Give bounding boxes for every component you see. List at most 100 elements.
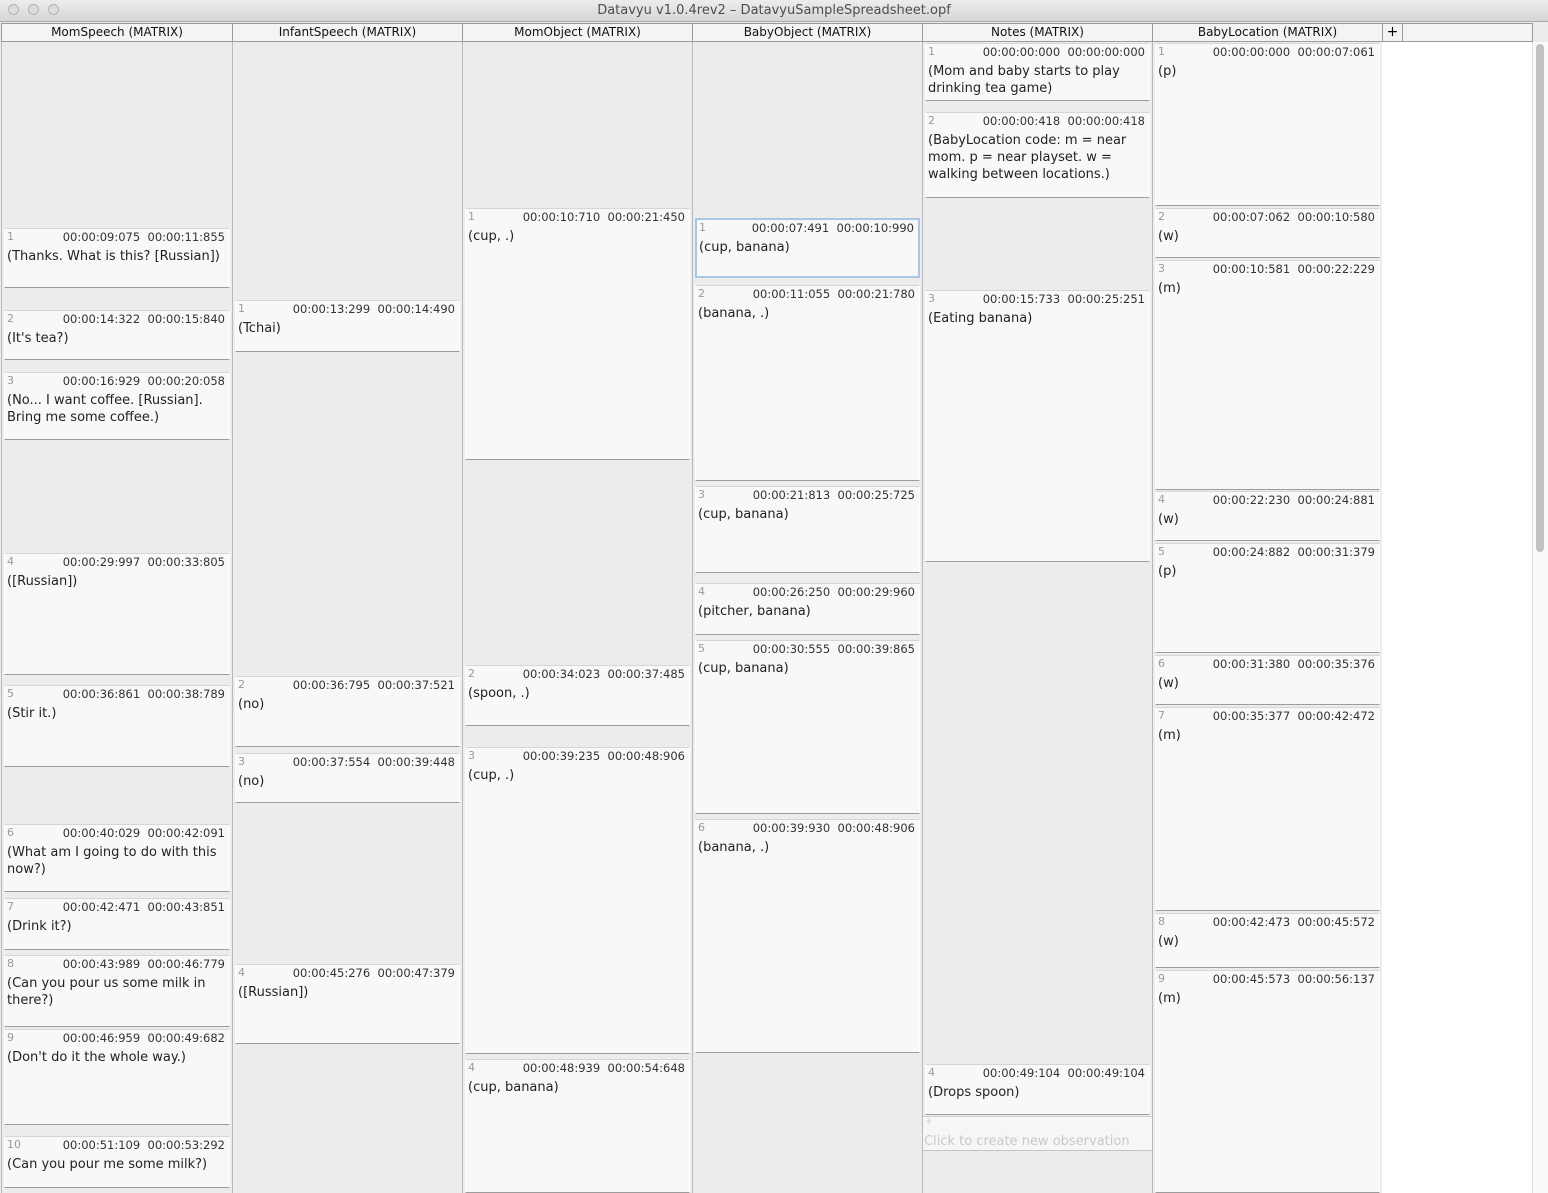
- cell-value[interactable]: (banana, .): [698, 839, 913, 856]
- cell-times[interactable]: 00:00:00:000 00:00:00:000: [983, 45, 1145, 59]
- cell-offset[interactable]: 00:00:53:292: [148, 1138, 225, 1152]
- cell-onset[interactable]: 00:00:51:109: [63, 1138, 140, 1152]
- cell-value[interactable]: (pitcher, banana): [698, 603, 913, 620]
- column-header-notes[interactable]: Notes (MATRIX): [922, 23, 1152, 42]
- cell-onset[interactable]: 00:00:36:795: [293, 678, 370, 692]
- cell-babyobject-1[interactable]: 1 00:00:07:491 00:00:10:990 (cup, banana): [695, 218, 920, 278]
- cell-onset[interactable]: 00:00:13:299: [293, 302, 370, 316]
- cell-times[interactable]: 00:00:39:235 00:00:48:906: [523, 749, 685, 763]
- cell-momspeech-8[interactable]: 8 00:00:43:989 00:00:46:779 (Can you pour …: [4, 955, 230, 1027]
- cell-times[interactable]: 00:00:14:322 00:00:15:840: [63, 312, 225, 326]
- cell-times[interactable]: 00:00:07:491 00:00:10:990: [752, 221, 914, 235]
- cell-onset[interactable]: 00:00:49:104: [983, 1066, 1060, 1080]
- cell-momobject-1[interactable]: 1 00:00:10:710 00:00:21:450 (cup, .): [465, 208, 690, 460]
- cell-value[interactable]: (w): [1158, 228, 1373, 245]
- cell-value[interactable]: (p): [1158, 563, 1373, 580]
- cell-babylocation-8[interactable]: 8 00:00:42:473 00:00:45:572 (w): [1155, 913, 1380, 968]
- cell-offset[interactable]: 00:00:20:058: [148, 374, 225, 388]
- cell-times[interactable]: 00:00:48:939 00:00:54:648: [523, 1061, 685, 1075]
- cell-momspeech-9[interactable]: 9 00:00:46:959 00:00:49:682 (Don't do it t…: [4, 1029, 230, 1125]
- cell-value[interactable]: (Drink it?): [7, 918, 223, 935]
- cell-offset[interactable]: 00:00:49:104: [1068, 1066, 1145, 1080]
- cell-momobject-3[interactable]: 3 00:00:39:235 00:00:48:906 (cup, .): [465, 747, 690, 1054]
- new-observation-label[interactable]: Click to create new observation: [924, 1134, 1130, 1149]
- cell-value[interactable]: (no): [238, 773, 453, 790]
- cell-value[interactable]: (Mom and baby starts to play drinking te…: [928, 63, 1143, 97]
- cell-times[interactable]: 00:00:24:882 00:00:31:379: [1213, 545, 1375, 559]
- cell-value[interactable]: (no): [238, 696, 453, 713]
- cell-times[interactable]: 00:00:11:055 00:00:21:780: [753, 287, 915, 301]
- cell-onset[interactable]: 00:00:14:322: [63, 312, 140, 326]
- cell-value[interactable]: (It's tea?): [7, 330, 223, 347]
- cell-onset[interactable]: 00:00:36:861: [63, 687, 140, 701]
- cell-value[interactable]: (Drops spoon): [928, 1084, 1143, 1101]
- cell-onset[interactable]: 00:00:39:930: [753, 821, 830, 835]
- cell-babylocation-5[interactable]: 5 00:00:24:882 00:00:31:379 (p): [1155, 543, 1380, 653]
- cell-onset[interactable]: 00:00:07:491: [752, 221, 829, 235]
- cell-times[interactable]: 00:00:31:380 00:00:35:376: [1213, 657, 1375, 671]
- cell-offset[interactable]: 00:00:47:379: [378, 966, 455, 980]
- cell-offset[interactable]: 00:00:45:572: [1298, 915, 1375, 929]
- cell-momobject-4[interactable]: 4 00:00:48:939 00:00:54:648 (cup, banana): [465, 1059, 690, 1193]
- cell-value[interactable]: (banana, .): [698, 305, 913, 322]
- cell-value[interactable]: (m): [1158, 727, 1373, 744]
- cell-onset[interactable]: 00:00:16:929: [63, 374, 140, 388]
- cell-value[interactable]: (w): [1158, 933, 1373, 950]
- cell-infantspeech-4[interactable]: 4 00:00:45:276 00:00:47:379 ([Russian]): [235, 964, 460, 1044]
- cell-offset[interactable]: 00:00:46:779: [148, 957, 225, 971]
- cell-onset[interactable]: 00:00:10:710: [523, 210, 600, 224]
- cell-times[interactable]: 00:00:22:230 00:00:24:881: [1213, 493, 1375, 507]
- cell-babyobject-4[interactable]: 4 00:00:26:250 00:00:29:960 (pitcher, bana…: [695, 583, 920, 635]
- vertical-scrollbar[interactable]: [1532, 42, 1548, 1193]
- cell-times[interactable]: 00:00:26:250 00:00:29:960: [753, 585, 915, 599]
- cell-momspeech-4[interactable]: 4 00:00:29:997 00:00:33:805 ([Russian]): [4, 553, 230, 675]
- cell-momspeech-10[interactable]: 10 00:00:51:109 00:00:53:292 (Can you pour…: [4, 1136, 230, 1188]
- cell-offset[interactable]: 00:00:56:137: [1298, 972, 1375, 986]
- cell-offset[interactable]: 00:00:33:805: [148, 555, 225, 569]
- cell-value[interactable]: (cup, .): [468, 767, 683, 784]
- column-header-babylocation[interactable]: BabyLocation (MATRIX): [1152, 23, 1382, 42]
- cell-onset[interactable]: 00:00:07:062: [1213, 210, 1290, 224]
- cell-offset[interactable]: 00:00:42:091: [148, 826, 225, 840]
- cell-infantspeech-2[interactable]: 2 00:00:36:795 00:00:37:521 (no): [235, 676, 460, 747]
- cell-offset[interactable]: 00:00:25:251: [1068, 292, 1145, 306]
- cell-offset[interactable]: 00:00:31:379: [1298, 545, 1375, 559]
- cell-value[interactable]: (Stir it.): [7, 705, 223, 722]
- cell-offset[interactable]: 00:00:00:000: [1068, 45, 1145, 59]
- cell-times[interactable]: 00:00:51:109 00:00:53:292: [63, 1138, 225, 1152]
- cell-notes-2[interactable]: 2 00:00:00:418 00:00:00:418 (BabyLocation …: [925, 112, 1150, 198]
- cell-value[interactable]: (cup, banana): [699, 239, 912, 256]
- cell-offset[interactable]: 00:00:25:725: [838, 488, 915, 502]
- cell-times[interactable]: 00:00:40:029 00:00:42:091: [63, 826, 225, 840]
- cell-offset[interactable]: 00:00:42:472: [1298, 709, 1375, 723]
- cell-onset[interactable]: 00:00:00:000: [1213, 45, 1290, 59]
- cell-times[interactable]: 00:00:42:471 00:00:43:851: [63, 900, 225, 914]
- cell-times[interactable]: 00:00:15:733 00:00:25:251: [983, 292, 1145, 306]
- cell-value[interactable]: (Can you pour me some milk?): [7, 1156, 223, 1173]
- column-header-momobject[interactable]: MomObject (MATRIX): [462, 23, 692, 42]
- cell-times[interactable]: 00:00:21:813 00:00:25:725: [753, 488, 915, 502]
- column-header-infantspeech[interactable]: InfantSpeech (MATRIX): [232, 23, 462, 42]
- cell-onset[interactable]: 00:00:43:989: [63, 957, 140, 971]
- cell-offset[interactable]: 00:00:21:450: [608, 210, 685, 224]
- cell-offset[interactable]: 00:00:15:840: [148, 312, 225, 326]
- cell-offset[interactable]: 00:00:21:780: [838, 287, 915, 301]
- cell-onset[interactable]: 00:00:46:959: [63, 1031, 140, 1045]
- cell-onset[interactable]: 00:00:40:029: [63, 826, 140, 840]
- cell-value[interactable]: (cup, .): [468, 228, 683, 245]
- cell-onset[interactable]: 00:00:21:813: [753, 488, 830, 502]
- cell-momspeech-3[interactable]: 3 00:00:16:929 00:00:20:058 (No... I want …: [4, 372, 230, 440]
- cell-onset[interactable]: 00:00:42:473: [1213, 915, 1290, 929]
- cell-times[interactable]: 00:00:39:930 00:00:48:906: [753, 821, 915, 835]
- cell-offset[interactable]: 00:00:11:855: [148, 230, 225, 244]
- cell-babylocation-6[interactable]: 6 00:00:31:380 00:00:35:376 (w): [1155, 655, 1380, 705]
- cell-times[interactable]: 00:00:45:573 00:00:56:137: [1213, 972, 1375, 986]
- cell-onset[interactable]: 00:00:00:418: [983, 114, 1060, 128]
- cell-offset[interactable]: 00:00:48:906: [838, 821, 915, 835]
- add-column-button[interactable]: +: [1382, 23, 1402, 42]
- cell-times[interactable]: 00:00:16:929 00:00:20:058: [63, 374, 225, 388]
- cell-babyobject-2[interactable]: 2 00:00:11:055 00:00:21:780 (banana, .): [695, 285, 920, 481]
- cell-value[interactable]: (What am I going to do with this now?): [7, 844, 223, 878]
- cell-value[interactable]: (cup, banana): [698, 660, 913, 677]
- cell-times[interactable]: 00:00:36:861 00:00:38:789: [63, 687, 225, 701]
